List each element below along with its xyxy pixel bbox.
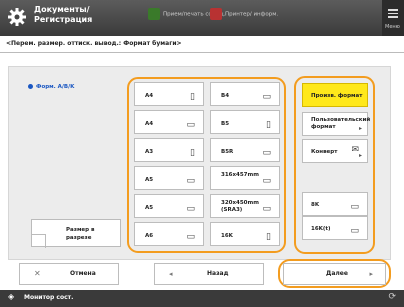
paper-size-label: 320x450mm (SRA3) (221, 200, 259, 213)
portrait-icon: ▯ (190, 148, 195, 158)
paper-size-label: 316x457mm (221, 172, 259, 178)
paper-size-label: A3 (145, 149, 154, 155)
button-corner (32, 234, 46, 248)
radio-paper-abk[interactable]: Форм. A/B/K (28, 84, 74, 90)
special-size-label: Произв. формат (311, 93, 363, 99)
status-printer-label: Принтер/ информ. (225, 11, 279, 18)
menu-icon (388, 9, 398, 20)
special-size-label: Конверт (311, 149, 338, 155)
status-bar: ◈ Монитор сост. ⟳ (0, 290, 404, 307)
paper-size-button[interactable]: B5R ▭ (210, 138, 280, 162)
close-icon: ✕ (34, 269, 41, 278)
size-in-cut-label: Размер в разрезе (66, 227, 95, 241)
paper-size-button[interactable]: A4 ▭ (134, 110, 204, 134)
status-printer[interactable]: Принтер/ информ. (210, 8, 278, 20)
paper-size-label: B5R (221, 149, 234, 155)
landscape-icon: ▭ (186, 120, 195, 130)
paper-size-label: B4 (221, 93, 230, 99)
page-title: <Перем. размер. оттиск. вывод.: Формат б… (6, 40, 182, 47)
paper-size-label: A5 (145, 205, 154, 211)
paper-size-label: A5 (145, 177, 154, 183)
landscape-icon: ▭ (262, 92, 271, 102)
paper-size-button[interactable]: 316x457mm ▭ (210, 166, 280, 190)
landscape-icon: ▭ (350, 202, 359, 212)
portrait-icon: ▯ (266, 120, 271, 130)
landscape-icon: ▭ (262, 176, 271, 186)
submenu-arrow-icon: ▸ (358, 125, 362, 132)
fax-status-icon (148, 8, 160, 20)
paper-size-label: A4 (145, 121, 154, 127)
special-size-label: Пользовательский формат (311, 117, 371, 130)
paper-size-label: 16K (221, 233, 233, 239)
paper-size-button[interactable]: A3 ▯ (134, 138, 204, 162)
landscape-icon: ▭ (350, 226, 359, 236)
landscape-icon: ▭ (262, 148, 271, 158)
landscape-icon: ▭ (186, 176, 195, 186)
paper-size-button[interactable]: 320x450mm (SRA3) ▭ (210, 194, 280, 218)
portrait-icon: ▯ (190, 92, 195, 102)
paper-size-button[interactable]: A5 ▭ (134, 166, 204, 190)
envelope-icon: ✉ (351, 145, 359, 155)
paper-size-button[interactable]: A4 ▯ (134, 82, 204, 106)
radio-label: Форм. A/B/K (36, 84, 75, 90)
app-title: Документы/ Регистрация (34, 5, 93, 24)
special-size-button[interactable]: Пользовательский формат ▸ (302, 112, 371, 136)
next-arrow-icon: ▸ (369, 270, 373, 278)
paper-size-label: B5 (221, 121, 230, 127)
paper-size-button[interactable]: 16K ▯ (210, 222, 280, 246)
menu-button[interactable]: Меню (382, 0, 404, 36)
next-button[interactable]: Далее ▸ (283, 263, 386, 285)
landscape-icon: ▭ (186, 204, 195, 214)
paper-size-button[interactable]: B4 ▭ (210, 82, 280, 106)
back-button[interactable]: ◂ Назад (154, 263, 264, 285)
header-bar: Документы/ Регистрация Прием/печать сооб… (0, 0, 404, 36)
cancel-button[interactable]: ✕ Отмена (19, 263, 119, 285)
portrait-icon: ▯ (266, 232, 271, 242)
status-monitor-icon: ◈ (8, 292, 15, 301)
divider (0, 52, 404, 53)
paper-size-button[interactable]: A5 ▭ (134, 194, 204, 218)
special-size-button[interactable]: Конверт ▸ ✉ (302, 139, 368, 163)
back-label: Назад (207, 270, 229, 277)
paper-size-label: A6 (145, 233, 154, 239)
special-size-button[interactable]: 8K ▭ (302, 192, 368, 216)
paper-size-button[interactable]: B5 ▯ (210, 110, 280, 134)
cancel-label: Отмена (70, 270, 96, 277)
gear-icon (8, 8, 26, 26)
menu-label: Меню (385, 24, 400, 30)
radio-selected-icon (28, 84, 33, 89)
paper-size-button[interactable]: A6 ▭ (134, 222, 204, 246)
printer-status-icon (210, 8, 222, 20)
size-in-cut-button[interactable]: Размер в разрезе (31, 219, 121, 248)
special-size-button[interactable]: 16K(t) ▭ (302, 216, 368, 240)
next-label: Далее (326, 270, 348, 277)
submenu-arrow-icon: ▸ (358, 152, 362, 159)
landscape-icon: ▭ (262, 204, 271, 214)
special-size-label: 16K(t) (311, 226, 331, 232)
landscape-icon: ▭ (186, 232, 195, 242)
paper-size-label: A4 (145, 93, 154, 99)
special-size-label: 8K (311, 202, 320, 208)
special-size-button[interactable]: Произв. формат (302, 83, 368, 107)
status-monitor-button[interactable]: Монитор сост. (24, 294, 73, 301)
back-arrow-icon: ◂ (169, 270, 173, 278)
energy-saver-icon[interactable]: ⟳ (388, 292, 396, 302)
